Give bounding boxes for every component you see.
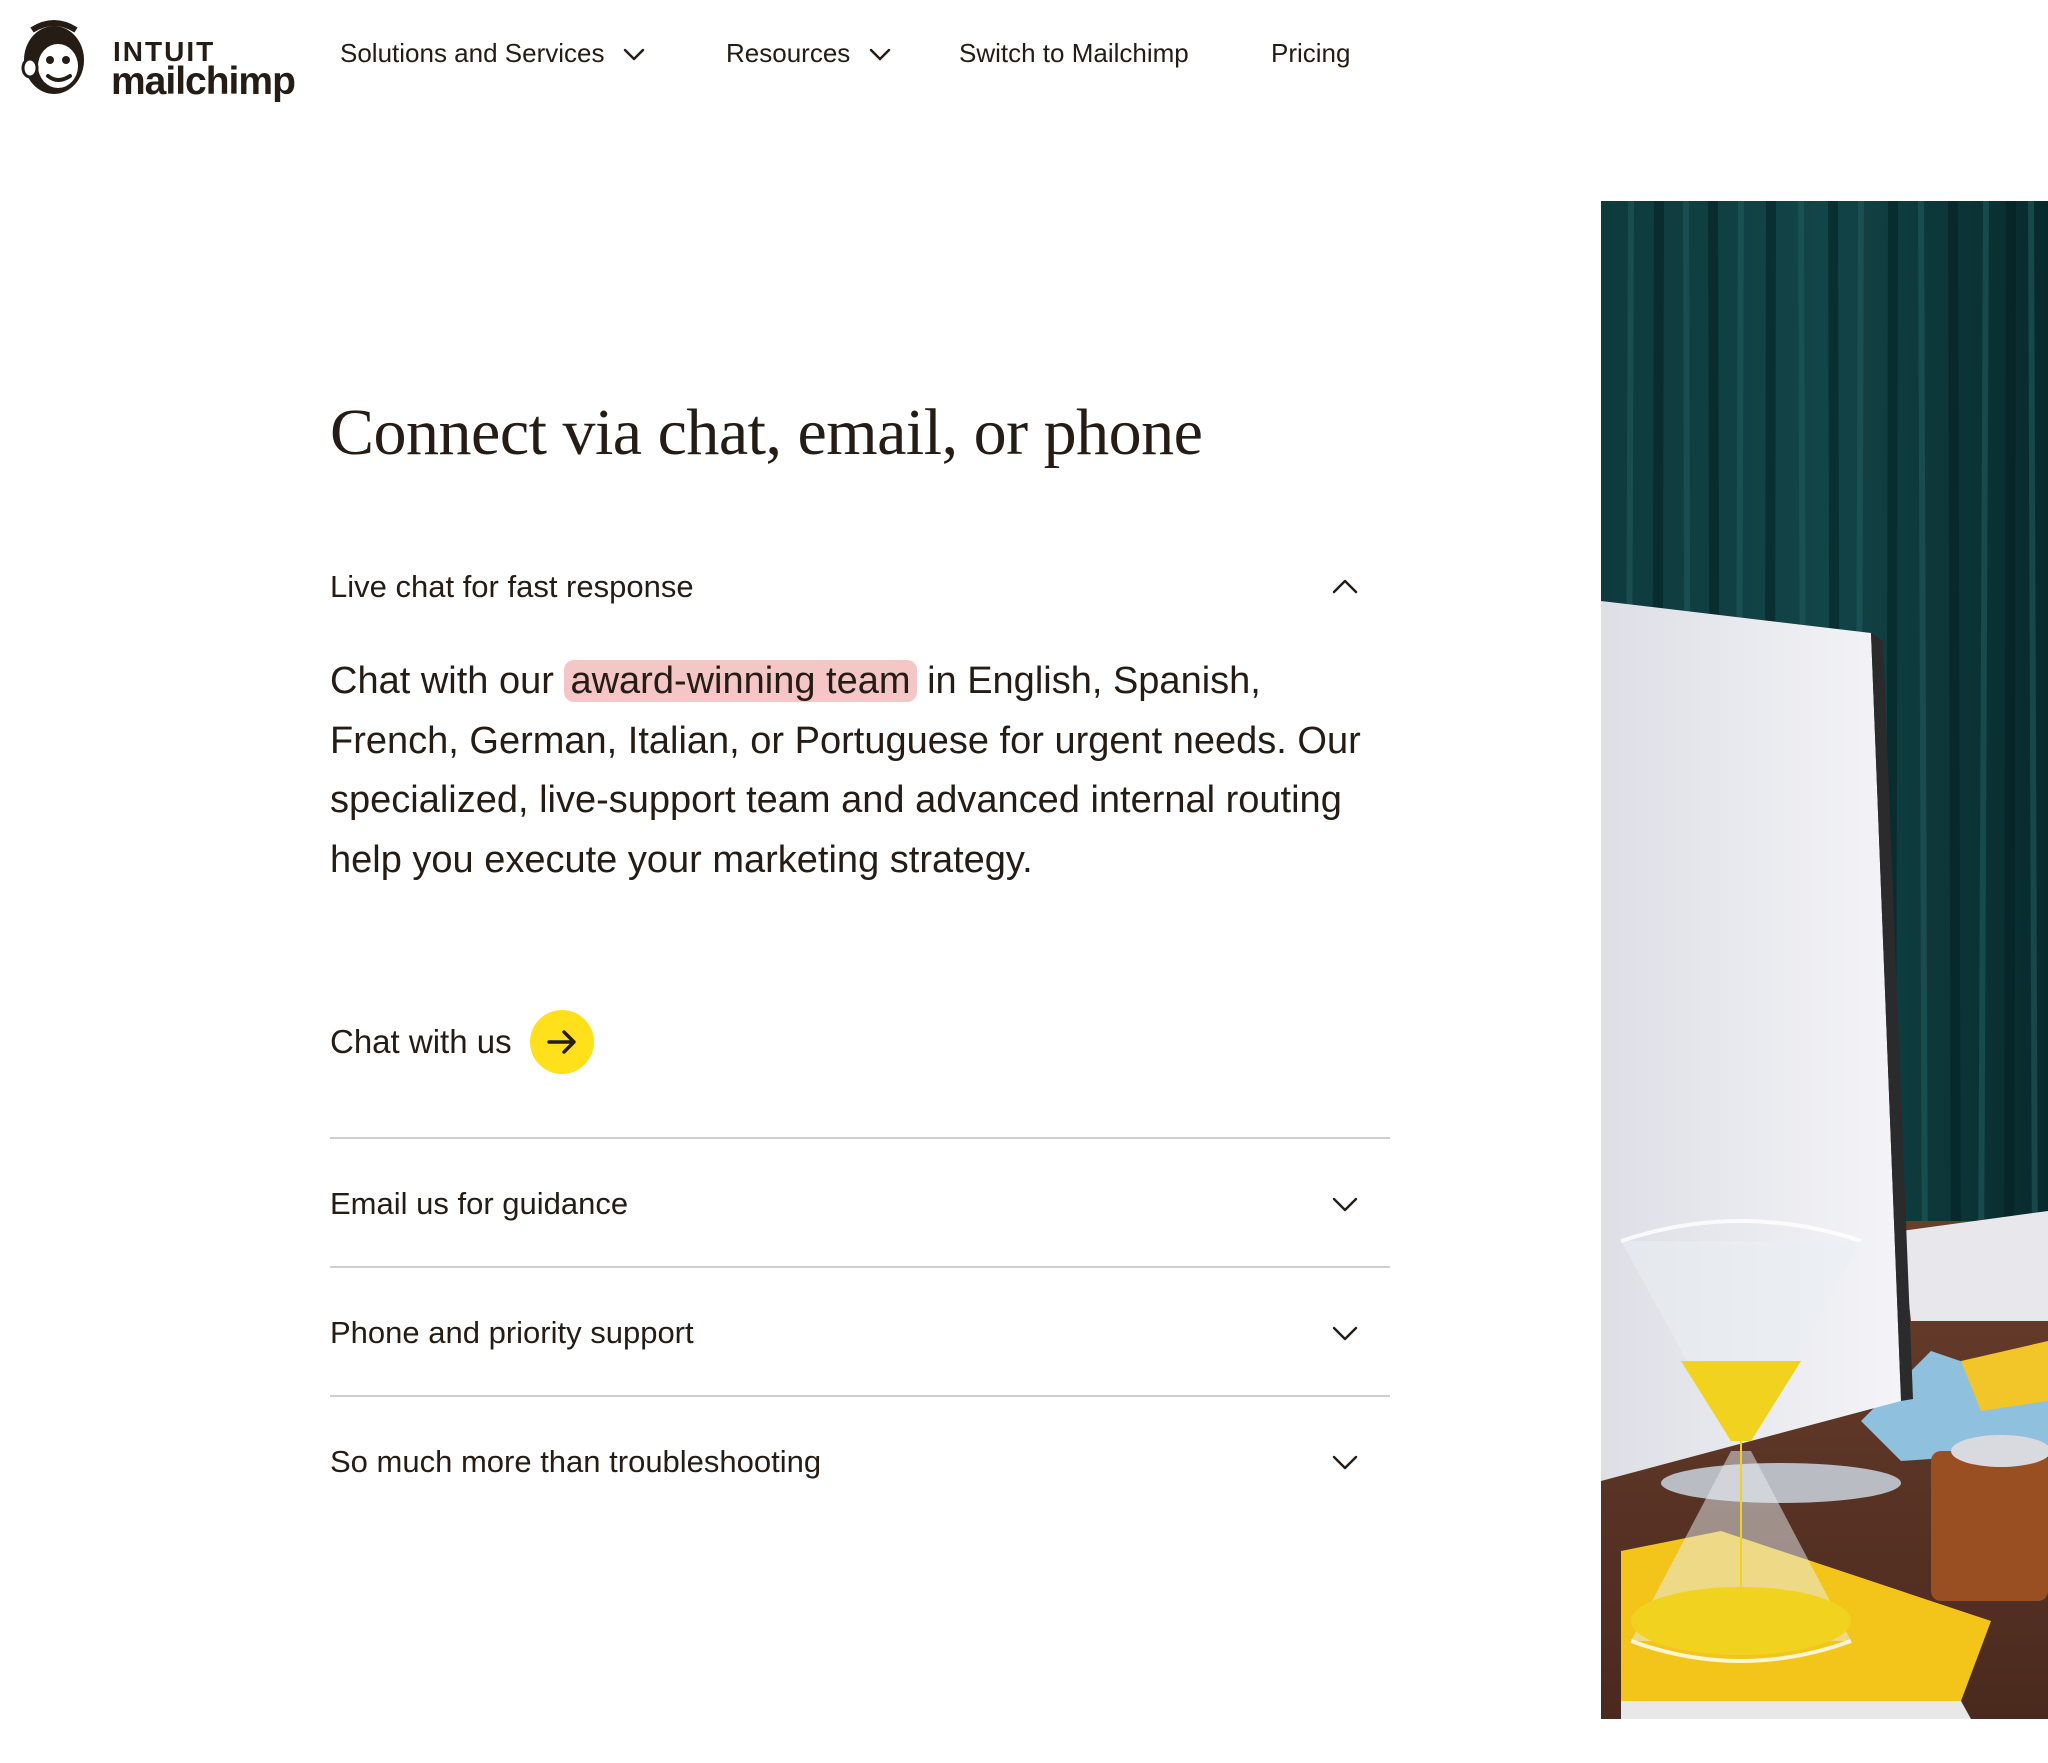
nav-item-label: Solutions and Services xyxy=(340,38,605,68)
freddie-logo-icon xyxy=(21,20,84,94)
accordion-email-header[interactable]: Email us for guidance xyxy=(330,1174,1390,1234)
chevron-up-icon xyxy=(1332,579,1358,594)
accordion-label: Email us for guidance xyxy=(330,1186,629,1221)
nav-solutions-and-services[interactable]: Solutions and Services xyxy=(340,38,646,69)
nav-item-label: Resources xyxy=(726,38,851,68)
chat-with-us-link[interactable]: Chat with us xyxy=(330,1010,594,1074)
hero-photo xyxy=(1601,201,2048,1719)
accordion-divider xyxy=(330,1137,1390,1139)
highlighted-phrase: award-winning team xyxy=(564,660,917,702)
accordion-label: So much more than troubleshooting xyxy=(330,1444,822,1479)
nav-item-label: Switch to Mailchimp xyxy=(959,38,1189,68)
description-text: Chat with our xyxy=(330,660,565,702)
mailchimp-logo[interactable]: INTUIT mailchimp xyxy=(14,16,296,103)
chevron-down-icon xyxy=(870,48,891,60)
arrow-right-icon xyxy=(529,1010,594,1074)
nav-resources[interactable]: Resources xyxy=(726,38,892,69)
chevron-down-icon xyxy=(1332,1455,1358,1470)
live-chat-description: Chat with our award-winning team in Engl… xyxy=(330,652,1390,890)
chevron-down-icon xyxy=(624,48,645,60)
chevron-down-icon xyxy=(1332,1197,1358,1212)
accordion-divider xyxy=(330,1266,1390,1268)
desk-hourglass-illustration xyxy=(1601,201,2048,1719)
chat-with-us-label: Chat with us xyxy=(330,1023,512,1060)
nav-pricing[interactable]: Pricing xyxy=(1271,38,1350,69)
page-title: Connect via chat, email, or phone xyxy=(330,396,1203,469)
accordion-label: Phone and priority support xyxy=(330,1315,694,1350)
accordion-live-chat-header[interactable]: Live chat for fast response xyxy=(330,557,1390,617)
nav-item-label: Pricing xyxy=(1271,38,1351,68)
accordion-phone-header[interactable]: Phone and priority support xyxy=(330,1303,1390,1363)
site-header: INTUIT mailchimp Solutions and Services … xyxy=(0,0,2048,115)
accordion-more-header[interactable]: So much more than troubleshooting xyxy=(330,1432,1390,1492)
chevron-down-icon xyxy=(1332,1326,1358,1341)
nav-switch-to-mailchimp[interactable]: Switch to Mailchimp xyxy=(959,38,1189,69)
accordion-divider xyxy=(330,1395,1390,1397)
accordion-label: Live chat for fast response xyxy=(330,569,694,604)
mailchimp-wordmark: mailchimp xyxy=(111,60,296,103)
